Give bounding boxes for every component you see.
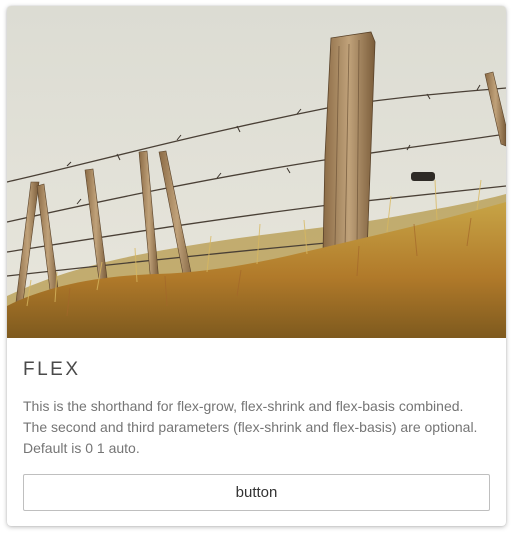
card-body: FLEX This is the shorthand for flex-grow… [23,338,490,459]
card-image [7,6,506,338]
card-description: This is the shorthand for flex-grow, fle… [23,398,478,456]
card: FLEX This is the shorthand for flex-grow… [7,6,506,526]
card-title: FLEX [23,359,81,380]
card-button[interactable]: button [23,474,490,511]
